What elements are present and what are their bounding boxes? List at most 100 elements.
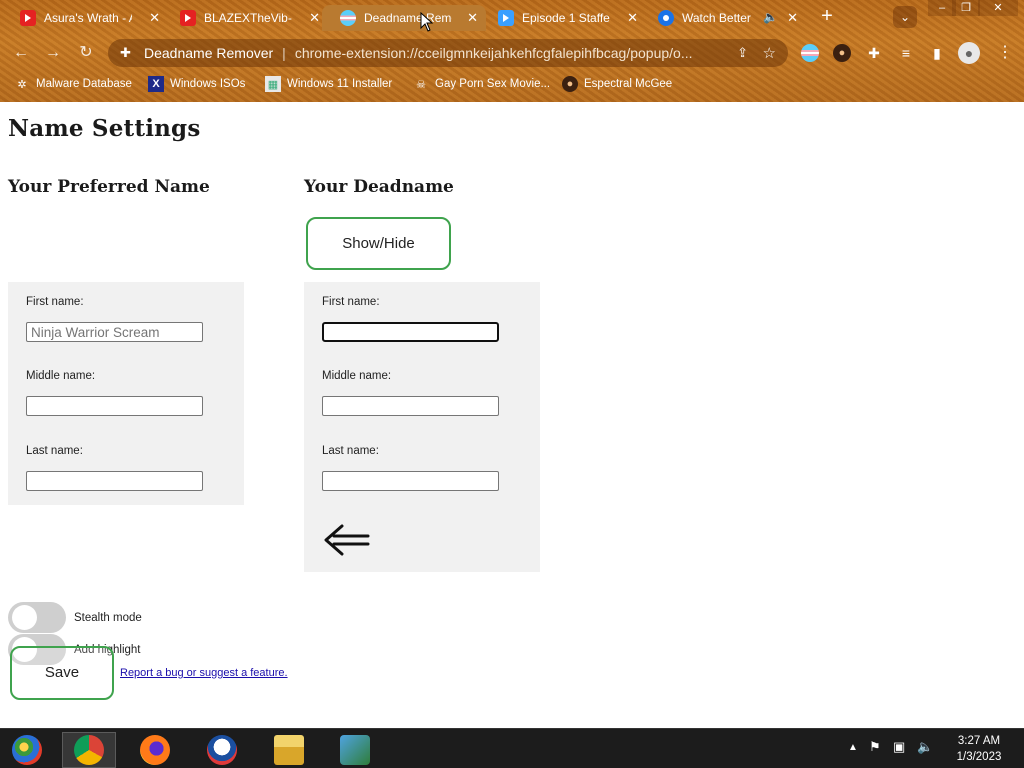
extension-popup-page: Name Settings Your Preferred Name Your D…	[0, 102, 1024, 728]
middle-name-label: Middle name:	[322, 370, 392, 382]
bookmark-windows-11-installer[interactable]: ▦ Windows 11 Installer	[265, 75, 392, 93]
deadname-middle-name-input[interactable]	[322, 396, 499, 416]
toggle-knob	[12, 605, 37, 630]
x-icon: X	[148, 76, 164, 92]
mouse-cursor-icon	[420, 12, 434, 32]
taskbar-firefox[interactable]	[128, 732, 182, 768]
taskbar-network-app[interactable]	[328, 732, 382, 768]
close-icon[interactable]: ✕	[787, 10, 798, 26]
tab-search-button[interactable]: ⌄	[893, 6, 917, 28]
volume-icon[interactable]: 🔈	[917, 739, 933, 755]
new-tab-button[interactable]: +	[816, 6, 838, 28]
stealth-mode-toggle[interactable]	[8, 602, 66, 633]
tab-title: Watch Better	[682, 11, 751, 25]
deadname-last-name-input[interactable]	[322, 471, 499, 491]
menu-kebab-icon[interactable]: ⋮	[996, 44, 1014, 62]
show-hide-button[interactable]: Show/Hide	[306, 217, 451, 270]
preferred-name-heading: Your Preferred Name	[8, 177, 210, 197]
tab-strip: Asura's Wrath - A ✕ BLAZEXTheVib-R ✕ Dea…	[0, 0, 1024, 34]
middle-name-label: Middle name:	[26, 370, 96, 382]
tab-deadname-remover[interactable]: Deadname Remov ✕	[322, 5, 486, 31]
tab-title: Asura's Wrath - A	[44, 11, 132, 25]
preferred-name-panel: First name: Middle name: Last name:	[8, 282, 244, 505]
avatar-extension-icon[interactable]: ●	[833, 44, 851, 62]
bookmark-windows-isos[interactable]: X Windows ISOs	[148, 75, 245, 93]
windows-orb-icon	[12, 735, 42, 765]
stealth-mode-label: Stealth mode	[74, 612, 142, 624]
bookmark-label: Windows 11 Installer	[287, 78, 393, 90]
forward-button[interactable]: →	[42, 42, 64, 64]
bookmark-label: Malware Database	[36, 78, 132, 90]
restore-button[interactable]: ❐	[952, 0, 980, 16]
last-name-label: Last name:	[322, 445, 379, 457]
clock-date: 1/3/2023	[956, 751, 1002, 763]
close-window-button[interactable]: ✕	[978, 0, 1018, 16]
bookmark-malware-database[interactable]: ✲ Malware Database	[14, 75, 132, 93]
close-icon[interactable]: ✕	[467, 10, 478, 26]
close-icon[interactable]: ✕	[149, 10, 160, 26]
tab-title: Episode 1 Staffel	[522, 11, 610, 25]
page-title: Name Settings	[8, 115, 201, 142]
speaker-icon[interactable]: 🔈	[763, 10, 778, 24]
skull-icon: ☠	[416, 78, 426, 91]
preferred-last-name-input[interactable]	[26, 471, 203, 491]
tab-asuras-wrath[interactable]: Asura's Wrath - A ✕	[2, 5, 168, 31]
network-icon	[340, 735, 370, 765]
deadname-heading: Your Deadname	[304, 177, 454, 197]
url-text: chrome-extension://cceilgmnkeijahkehfcgf…	[294, 45, 693, 61]
bookmark-label: Windows ISOs	[170, 78, 246, 90]
address-bar[interactable]: ✚ Deadname Remover | chrome-extension://…	[108, 39, 788, 67]
profile-icon[interactable]: ●	[958, 42, 980, 64]
tab-blazexthevib[interactable]: BLAZEXTheVib-R ✕	[162, 5, 328, 31]
divider: |	[282, 45, 286, 61]
taskbar-file-explorer[interactable]	[262, 732, 316, 768]
bookmarks-bar: ✲ Malware Database X Windows ISOs ▦ Wind…	[0, 72, 1024, 96]
windows-taskbar: ▲ ⚑ ▣ 🔈 3:27 AM 1/3/2023	[0, 728, 1024, 768]
back-button[interactable]: ←	[10, 42, 32, 64]
youtube-icon	[20, 10, 36, 26]
bookmark-gay-porn-sex-movie[interactable]: ☠ Gay Porn Sex Movie...	[413, 75, 550, 93]
last-name-label: Last name:	[26, 445, 83, 457]
clock-time: 3:27 AM	[957, 735, 1001, 747]
tab-watch-better[interactable]: Watch Better 🔈 ✕	[640, 5, 806, 31]
bookmark-star-icon[interactable]: ☆	[763, 44, 776, 62]
save-button[interactable]: Save	[10, 646, 114, 700]
preferred-first-name-input[interactable]	[26, 322, 203, 342]
deadname-first-name-input[interactable]	[322, 322, 499, 342]
chrome-icon	[74, 735, 104, 765]
reload-button[interactable]: ↻	[75, 42, 97, 64]
firefox-icon	[140, 735, 170, 765]
avatar-icon: ●	[562, 76, 578, 92]
media-controls-icon[interactable]: ≡	[897, 44, 915, 62]
bookmark-espectral-mcgee[interactable]: ● Espectral McGee	[562, 75, 672, 93]
browser-chrome: Asura's Wrath - A ✕ BLAZEXTheVib-R ✕ Dea…	[0, 0, 1024, 102]
trans-flag-icon	[340, 10, 356, 26]
tab-title: BLAZEXTheVib-R	[204, 11, 292, 25]
tab-title: Deadname Remov	[364, 11, 452, 25]
first-name-label: First name:	[322, 296, 380, 308]
taskbar-chrome[interactable]	[62, 732, 116, 768]
back-arrow-icon[interactable]	[322, 520, 370, 560]
flag-icon[interactable]: ⚑	[869, 739, 881, 755]
trans-flag-extension-icon[interactable]	[801, 44, 819, 62]
close-icon[interactable]: ✕	[627, 10, 638, 26]
close-icon[interactable]: ✕	[309, 10, 320, 26]
report-bug-link[interactable]: Report a bug or suggest a feature.	[120, 667, 288, 679]
network-tray-icon[interactable]: ▣	[893, 739, 905, 755]
share-icon[interactable]: ⇪	[737, 45, 748, 61]
bookmark-label: Gay Porn Sex Movie...	[435, 78, 551, 90]
preferred-middle-name-input[interactable]	[26, 396, 203, 416]
bookmark-label: Espectral McGee	[584, 78, 673, 90]
taskbar-obama-app[interactable]	[195, 732, 249, 768]
side-panel-icon[interactable]: ▮	[928, 44, 946, 62]
mosquito-icon: ✲	[17, 78, 27, 91]
youtube-icon	[180, 10, 196, 26]
start-button[interactable]	[0, 732, 54, 768]
extensions-puzzle-icon[interactable]: ✚	[865, 44, 883, 62]
folder-icon	[274, 735, 304, 765]
first-name-label: First name:	[26, 296, 84, 308]
clock[interactable]: 3:27 AM 1/3/2023	[942, 733, 1016, 765]
tray-expand-icon[interactable]: ▲	[848, 742, 858, 753]
tab-episode-1[interactable]: Episode 1 Staffel ✕	[480, 5, 646, 31]
browser-toolbar: ← → ↻ ✚ Deadname Remover | chrome-extens…	[0, 36, 1024, 70]
